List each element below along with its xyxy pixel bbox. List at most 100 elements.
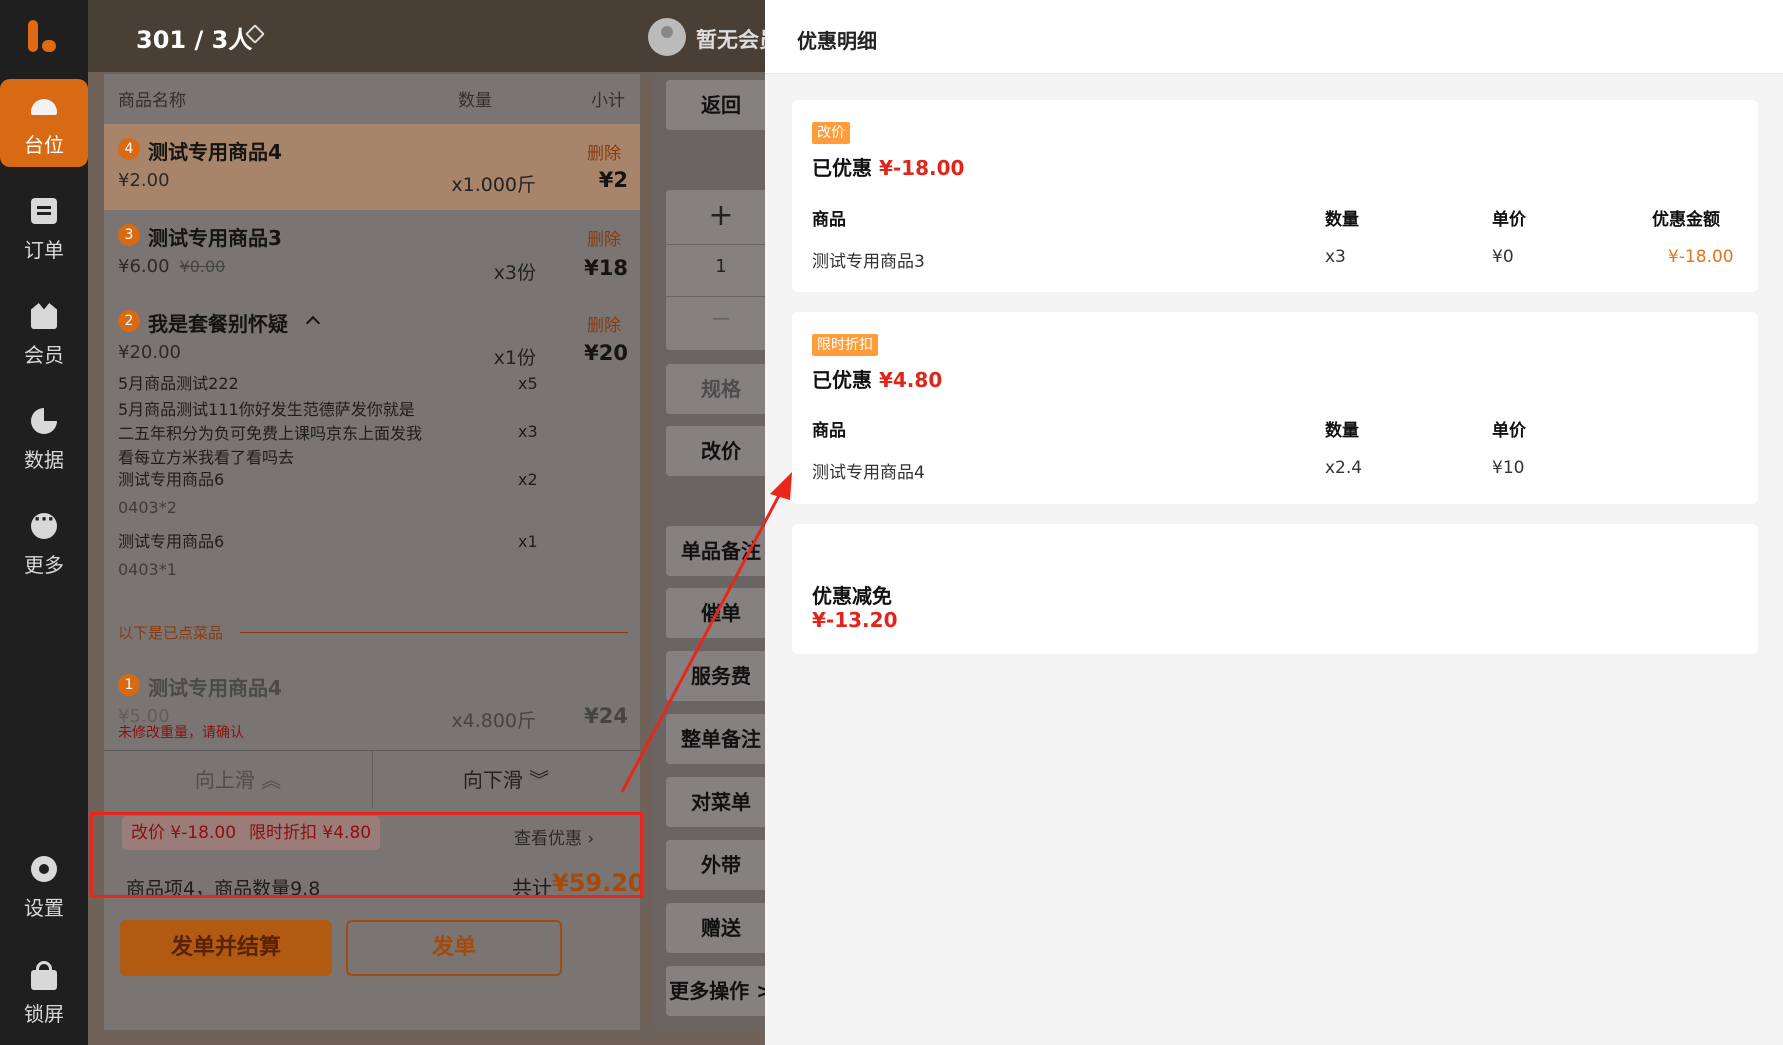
nav-item-lock[interactable]: 锁屏 bbox=[0, 948, 88, 1036]
annotation-highlight-box bbox=[90, 812, 643, 898]
back-button[interactable]: 返回 bbox=[666, 80, 776, 130]
combo-subitem: 测试专用商品6 bbox=[118, 532, 225, 551]
delete-button[interactable]: 删除 bbox=[587, 225, 621, 250]
order-item[interactable]: 3 测试专用商品3 删除 ¥6.00 ¥0.00 x3份 ¥18 bbox=[104, 210, 640, 296]
send-and-settle-button[interactable]: 发单并结算 bbox=[120, 920, 332, 976]
ordered-divider-line bbox=[240, 632, 628, 633]
discount-card-price-change: 改价 已优惠 ¥-18.00 商品 数量 单价 优惠金额 测试专用商品3 x3 … bbox=[792, 100, 1758, 292]
discount-tag: 限时折扣 bbox=[812, 334, 878, 356]
nav-item-members[interactable]: 会员 bbox=[0, 289, 88, 377]
nav-item-orders[interactable]: 订单 bbox=[0, 184, 88, 272]
more-actions-button[interactable]: 更多操作 > bbox=[666, 966, 776, 1016]
reduction-label: 优惠减免 bbox=[812, 584, 892, 608]
drawer-header: 优惠明细 bbox=[765, 0, 1783, 74]
combo-subitem: 5月商品测试111你好发生范德萨发你就是二五年积分为负可免费上课吗京东上面发我看… bbox=[118, 400, 423, 467]
member-avatar[interactable] bbox=[648, 18, 686, 56]
column-header-name: 商品名称 bbox=[118, 91, 186, 111]
quantity-value[interactable]: 1 bbox=[666, 256, 776, 277]
order-item[interactable]: 4 测试专用商品4 删除 ¥2.00 x1.000斤 ¥2 bbox=[104, 124, 640, 210]
item-subtotal: ¥18 bbox=[584, 256, 628, 280]
order-note-button[interactable]: 整单备注 bbox=[666, 714, 776, 764]
item-original-price: ¥0.00 bbox=[179, 257, 226, 276]
weight-warning: 未修改重量，请确认 bbox=[118, 725, 244, 741]
header-qty: 数量 bbox=[1325, 421, 1359, 441]
saved-label: 已优惠 bbox=[812, 368, 872, 392]
double-chevron-down-icon: ︾ bbox=[529, 768, 550, 792]
scroll-down-button[interactable]: 向下滑 ︾ bbox=[372, 751, 640, 809]
spec-button[interactable]: 规格 bbox=[666, 364, 776, 414]
drawer-title: 优惠明细 bbox=[797, 29, 877, 53]
reduction-amount: ¥-13.20 bbox=[812, 608, 898, 632]
table-bell-icon bbox=[31, 99, 57, 115]
nav-item-label: 更多 bbox=[24, 553, 64, 577]
change-price-button[interactable]: 改价 bbox=[666, 426, 776, 476]
action-column: 返回 + 1 — 规格 改价 单品备注 催单 服务费 整单备注 对菜单 外带 赠… bbox=[652, 74, 776, 1030]
delete-button[interactable]: 删除 bbox=[587, 311, 621, 336]
item-name: 测试专用商品4 bbox=[148, 676, 282, 700]
nav-item-settings[interactable]: 设置 bbox=[0, 842, 88, 930]
saved-label: 已优惠 bbox=[812, 156, 872, 180]
item-price-value: ¥6.00 bbox=[118, 256, 170, 277]
order-icon bbox=[31, 198, 57, 224]
plus-button[interactable]: + bbox=[666, 198, 776, 233]
crown-icon bbox=[31, 303, 57, 329]
column-header-subtotal: 小计 bbox=[591, 91, 625, 111]
item-price: ¥20.00 bbox=[118, 342, 181, 363]
cell-unit-price: ¥10 bbox=[1492, 458, 1525, 478]
pie-chart-icon bbox=[31, 408, 57, 434]
send-order-button[interactable]: 发单 bbox=[346, 920, 562, 976]
combo-subitem-qty: x5 bbox=[518, 374, 538, 393]
left-nav-rail: 台位 订单 会员 数据 更多 设置 锁屏 bbox=[0, 0, 88, 1045]
app-logo bbox=[26, 18, 60, 54]
quantity-stepper: + 1 — bbox=[666, 190, 776, 350]
takeout-button[interactable]: 外带 bbox=[666, 840, 776, 890]
nav-item-data[interactable]: 数据 bbox=[0, 394, 88, 482]
stepper-divider bbox=[666, 296, 776, 297]
scroll-up-button[interactable]: 向上滑 ︽ bbox=[104, 751, 372, 809]
combo-subitem-qty: x3 bbox=[518, 422, 538, 441]
nav-item-more[interactable]: 更多 bbox=[0, 499, 88, 587]
item-subtotal: ¥20 bbox=[584, 341, 628, 365]
service-fee-button[interactable]: 服务费 bbox=[666, 651, 776, 701]
combo-subitem: 测试专用商品6 bbox=[118, 470, 225, 489]
cell-product: 测试专用商品4 bbox=[812, 463, 925, 483]
header-unit-price: 单价 bbox=[1492, 210, 1526, 230]
item-note-button[interactable]: 单品备注 bbox=[666, 526, 776, 576]
header-discount-amount: 优惠金额 bbox=[1652, 210, 1720, 230]
header-product: 商品 bbox=[812, 421, 846, 441]
item-price: ¥2.00 bbox=[118, 170, 170, 191]
combo-subitem-note: 0403*2 bbox=[118, 498, 177, 517]
minus-button[interactable]: — bbox=[666, 308, 776, 329]
gift-button[interactable]: 赠送 bbox=[666, 903, 776, 953]
delete-button[interactable]: 删除 bbox=[587, 139, 621, 164]
cell-discount-amount: ¥-18.00 bbox=[1668, 247, 1734, 267]
rush-button[interactable]: 催单 bbox=[666, 588, 776, 638]
item-price: ¥6.00 ¥0.00 bbox=[118, 256, 225, 277]
combo-subitem-qty: x1 bbox=[518, 532, 538, 551]
more-icon bbox=[31, 509, 57, 539]
nav-item-label: 会员 bbox=[24, 343, 64, 367]
lock-icon bbox=[31, 961, 57, 990]
item-subtotal: ¥24 bbox=[584, 704, 628, 728]
chevron-up-icon[interactable] bbox=[305, 315, 321, 331]
cell-qty: x3 bbox=[1325, 247, 1346, 267]
scroll-controls: 向上滑 ︽ 向下滑 ︾ bbox=[104, 750, 640, 809]
table-number: 301 / 3人 bbox=[136, 26, 253, 54]
column-header-qty: 数量 bbox=[458, 91, 492, 111]
nav-item-label: 设置 bbox=[24, 896, 64, 920]
scroll-down-label: 向下滑 bbox=[462, 768, 523, 792]
double-chevron-up-icon: ︽ bbox=[261, 768, 282, 792]
item-qty: x4.800斤 bbox=[451, 710, 536, 732]
nav-item-label: 数据 bbox=[24, 448, 64, 472]
nav-item-label: 台位 bbox=[24, 133, 64, 157]
saved-amount: ¥-18.00 bbox=[878, 156, 965, 180]
item-index-badge: 2 bbox=[118, 310, 140, 332]
nav-item-tables[interactable]: 台位 bbox=[0, 79, 88, 167]
discount-detail-drawer: 优惠明细 改价 已优惠 ¥-18.00 商品 数量 单价 优惠金额 测试专用商品… bbox=[765, 0, 1783, 1045]
nav-item-label: 锁屏 bbox=[24, 1002, 64, 1026]
item-index-badge: 1 bbox=[118, 674, 140, 696]
item-index-badge: 4 bbox=[118, 138, 140, 160]
combo-subitem: 5月商品测试222 bbox=[118, 374, 239, 393]
order-item-combo[interactable]: 2 我是套餐别怀疑 删除 ¥20.00 x1份 ¥20 5月商品测试222 x5… bbox=[104, 296, 640, 596]
check-menu-button[interactable]: 对菜单 bbox=[666, 777, 776, 827]
